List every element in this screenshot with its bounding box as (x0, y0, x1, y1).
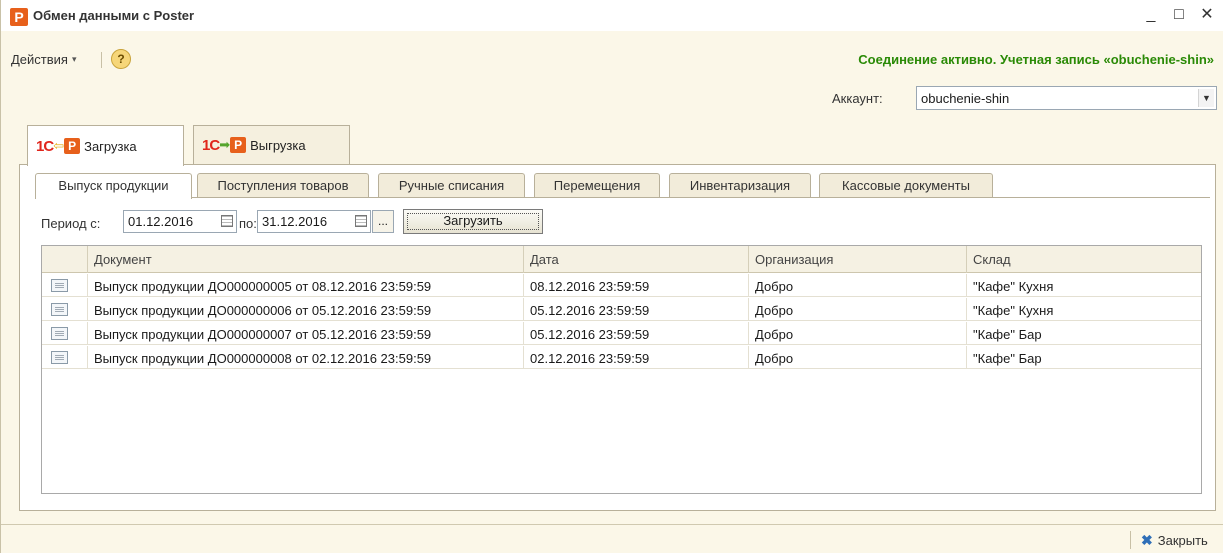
document-icon (51, 279, 68, 292)
toolbar-divider (101, 52, 102, 68)
command-bar: Действия ▾ ? Соединение активно. Учетная… (1, 40, 1223, 80)
cell-date: 02.12.2016 23:59:59 (524, 346, 749, 369)
cell-date: 08.12.2016 23:59:59 (524, 274, 749, 297)
close-button-label: Закрыть (1157, 533, 1208, 548)
tab-download-label: Загрузка (84, 138, 137, 154)
cell-document: Выпуск продукции ДО000000007 от 05.12.20… (88, 322, 524, 345)
column-header-document[interactable]: Документ (88, 246, 524, 273)
cell-organization: Добро (749, 274, 967, 297)
cell-date: 05.12.2016 23:59:59 (524, 298, 749, 321)
subtab-manual-writeoffs[interactable]: Ручные списания (378, 173, 525, 197)
icon-column-header (42, 246, 88, 273)
column-header-warehouse[interactable]: Склад (967, 246, 1201, 273)
close-icon: ✖ (1141, 532, 1153, 548)
table-row[interactable]: Выпуск продукции ДО000000006 от 05.12.20… (42, 298, 1201, 321)
close-button[interactable]: ✖ Закрыть (1141, 532, 1208, 549)
minimize-button[interactable]: _ (1140, 5, 1162, 25)
date-from-field[interactable]: 01.12.2016 (123, 210, 237, 233)
cell-warehouse: "Кафе" Кухня (973, 279, 1054, 294)
account-label: Аккаунт: (832, 91, 883, 106)
logo-1c-icon: 1С (202, 136, 220, 154)
dropdown-arrow-icon[interactable]: ▼ (1198, 89, 1214, 107)
cell-organization: Добро (749, 322, 967, 345)
subtab-product-release[interactable]: Выпуск продукции (35, 173, 192, 199)
account-value: obuchenie-shin (921, 90, 1010, 106)
cell-document: Выпуск продукции ДО000000005 от 08.12.20… (88, 274, 524, 297)
window-title: Обмен данными с Poster (33, 8, 195, 23)
date-from-value: 01.12.2016 (128, 214, 194, 229)
table-row[interactable]: Выпуск продукции ДО000000005 от 08.12.20… (42, 274, 1201, 297)
poster-app-icon: P (10, 8, 28, 26)
actions-label: Действия (11, 51, 68, 67)
poster-badge-icon: P (64, 138, 81, 154)
subtab-inventory[interactable]: Инвентаризация (669, 173, 811, 197)
window-controls: _ □ ✕ (1140, 5, 1218, 25)
maximize-button[interactable]: □ (1168, 5, 1190, 25)
tab-upload-label: Выгрузка (250, 137, 306, 153)
arrow-right-icon: ➡ (219, 137, 231, 152)
tab-download[interactable]: 1С ⇦ P Загрузка (27, 125, 184, 166)
cell-warehouse: "Кафе" Кухня (973, 303, 1054, 318)
connection-status: Соединение активно. Учетная запись «obuc… (858, 52, 1214, 67)
chevron-down-icon: ▾ (71, 53, 77, 64)
subtab-transfers[interactable]: Перемещения (534, 173, 660, 197)
load-button[interactable]: Загрузить (403, 209, 543, 234)
actions-menu-button[interactable]: Действия ▾ (11, 50, 77, 68)
row-icon-cell (42, 298, 88, 321)
arrow-left-icon: ⇦ (53, 138, 65, 153)
subtab-divider (35, 197, 1210, 198)
documents-table: Документ Дата Организация Склад Выпуск п… (41, 245, 1202, 494)
help-icon[interactable]: ? (111, 49, 131, 69)
document-icon (51, 351, 68, 364)
title-bar: P Обмен данными с Poster _ □ ✕ (1, 0, 1223, 31)
period-from-label: Период с: (41, 216, 101, 231)
cell-date: 05.12.2016 23:59:59 (524, 322, 749, 345)
cell-warehouse: "Кафе" Бар (973, 351, 1042, 366)
document-icon (51, 303, 68, 316)
footer-divider (1, 524, 1223, 525)
period-to-label: по: (239, 216, 257, 231)
date-to-field[interactable]: 31.12.2016 (257, 210, 371, 233)
cell-organization: Добро (749, 346, 967, 369)
calendar-icon[interactable] (355, 215, 367, 227)
table-row[interactable]: Выпуск продукции ДО000000008 от 02.12.20… (42, 346, 1201, 369)
column-header-organization[interactable]: Организация (749, 246, 967, 273)
logo-1c-icon: 1С (36, 137, 54, 155)
table-row[interactable]: Выпуск продукции ДО000000007 от 05.12.20… (42, 322, 1201, 345)
close-window-button[interactable]: ✕ (1196, 5, 1218, 25)
row-icon-cell (42, 274, 88, 297)
subtab-cash-documents[interactable]: Кассовые документы (819, 173, 993, 197)
row-icon-cell (42, 322, 88, 345)
exchange-window: P Обмен данными с Poster _ □ ✕ Действия … (0, 0, 1223, 553)
footer-separator (1130, 531, 1131, 549)
cell-warehouse: "Кафе" Бар (973, 327, 1042, 342)
subtab-goods-receipts[interactable]: Поступления товаров (197, 173, 369, 197)
column-header-date[interactable]: Дата (524, 246, 749, 273)
date-to-value: 31.12.2016 (262, 214, 328, 229)
cell-document: Выпуск продукции ДО000000008 от 02.12.20… (88, 346, 524, 369)
focus-ring (407, 213, 539, 230)
poster-badge-icon: P (230, 137, 247, 153)
account-select[interactable]: obuchenie-shin ▼ (916, 86, 1217, 110)
cell-document: Выпуск продукции ДО000000006 от 05.12.20… (88, 298, 524, 321)
document-icon (51, 327, 68, 340)
tab-upload[interactable]: 1С ➡ P Выгрузка (193, 125, 350, 164)
cell-organization: Добро (749, 298, 967, 321)
calendar-icon[interactable] (221, 215, 233, 227)
row-icon-cell (42, 346, 88, 369)
period-choose-button[interactable]: ... (372, 210, 394, 233)
table-header: Документ Дата Организация Склад (42, 246, 1201, 273)
